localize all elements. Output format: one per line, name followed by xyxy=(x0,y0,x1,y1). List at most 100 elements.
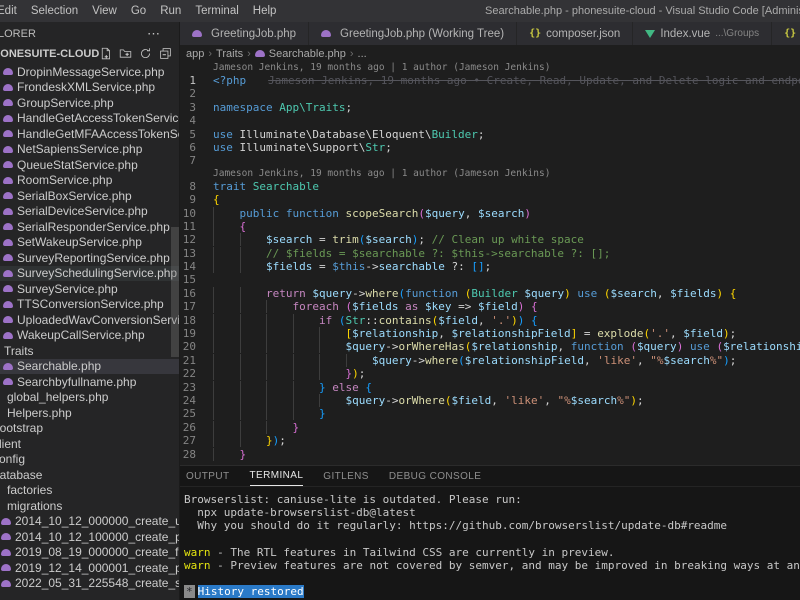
php-file-icon xyxy=(3,145,13,153)
code-token: $field xyxy=(683,327,724,341)
code-token: $search xyxy=(610,286,657,300)
menu-edit[interactable]: Edit xyxy=(0,0,24,22)
tree-file[interactable]: SerialBoxService.php xyxy=(0,188,179,204)
tree-file[interactable]: HandleGetAccessTokenService.php xyxy=(0,111,179,127)
tree-folder[interactable]: bootstrap xyxy=(0,421,179,437)
collapse-all-icon[interactable] xyxy=(159,47,172,60)
tree-file[interactable]: Searchbyfullname.php xyxy=(0,374,179,390)
editor-tab[interactable]: {}package-lock.json xyxy=(772,22,800,45)
panel-tab-gitlens[interactable]: GITLENS xyxy=(323,467,369,486)
tree-file[interactable]: SurveyService.php xyxy=(0,281,179,297)
code-line: 5 use Illuminate\Database\Eloquent\Builde… xyxy=(180,128,800,141)
tree-file[interactable]: TTSConversionService.php xyxy=(0,297,179,313)
tree-file[interactable]: 2022_05_31_225548_create_serial_box... xyxy=(0,576,179,592)
indent-guide xyxy=(239,286,266,300)
php-file-icon xyxy=(3,83,13,91)
tree-folder[interactable]: config xyxy=(0,452,179,468)
code-token: , xyxy=(464,206,478,220)
menu-terminal[interactable]: Terminal xyxy=(188,0,245,22)
code-line: 21 $query->where($relationshipField, 'li… xyxy=(180,353,800,367)
tree-file[interactable]: UploadedWavConversionService.php xyxy=(0,312,179,328)
tree-file[interactable]: 2019_12_14_000001_create_personal_... xyxy=(0,560,179,576)
tree-item-label: SerialResponderService.php xyxy=(17,219,170,234)
tree-file[interactable]: SerialResponderService.php xyxy=(0,219,179,235)
menu-view[interactable]: View xyxy=(85,0,124,22)
explorer-actions xyxy=(99,47,172,60)
tree-file[interactable]: DropinMessageService.php xyxy=(0,64,179,80)
tree-file[interactable]: 2014_10_12_100000_create_password... xyxy=(0,529,179,545)
php-file-icon xyxy=(1,533,11,541)
more-actions-icon[interactable]: ⋯ xyxy=(147,26,161,42)
codelens-blame[interactable]: Jameson Jenkins, 19 months ago | 1 autho… xyxy=(180,168,800,180)
tree-file[interactable]: Helpers.php xyxy=(0,405,179,421)
menu-go[interactable]: Go xyxy=(124,0,153,22)
tree-folder[interactable]: database xyxy=(0,467,179,483)
line-number: 18 xyxy=(182,313,196,327)
tree-file[interactable]: SerialDeviceService.php xyxy=(0,204,179,220)
breadcrumb-segment[interactable]: app xyxy=(186,48,204,60)
tree-file[interactable]: RoomService.php xyxy=(0,173,179,189)
code-token: Str xyxy=(345,313,366,327)
tree-file[interactable]: FrondeskXMLService.php xyxy=(0,80,179,96)
breadcrumb-segment[interactable]: Searchable.php xyxy=(269,48,346,60)
tree-file[interactable]: global_helpers.php xyxy=(0,390,179,406)
code-token: return xyxy=(266,286,306,300)
tree-folder[interactable]: migrations xyxy=(0,498,179,514)
tree-file[interactable]: NetSapiensService.php xyxy=(0,142,179,158)
sidebar-scrollbar[interactable] xyxy=(171,227,179,357)
tree-folder[interactable]: client xyxy=(0,436,179,452)
code-line-content: namespace App\Traits; xyxy=(196,101,352,114)
code-token: { xyxy=(365,380,372,394)
tree-file[interactable]: SurveySchedulingService.php xyxy=(0,265,179,281)
panel-tab-terminal[interactable]: TERMINAL xyxy=(249,466,304,486)
code-token: $field xyxy=(477,300,518,314)
code-line: 1 <?php Jameson Jenkins, 19 months ago • C… xyxy=(180,74,800,87)
code-token: :: xyxy=(365,313,379,327)
code-token: %" xyxy=(709,353,724,367)
tree-file[interactable]: SetWakeupService.php xyxy=(0,235,179,251)
code-token: ) xyxy=(564,286,571,300)
codelens-blame[interactable]: Jameson Jenkins, 19 months ago | 1 autho… xyxy=(180,62,800,74)
code-token: ( xyxy=(418,206,425,220)
editor-tab[interactable]: Index.vue ...\Groups xyxy=(633,22,773,45)
tree-file[interactable]: 2014_10_12_000000_create_users_tabl... xyxy=(0,514,179,530)
code-token: [] xyxy=(471,260,485,274)
panel-tab-debug-console[interactable]: DEBUG CONSOLE xyxy=(389,467,481,486)
menu-run[interactable]: Run xyxy=(153,0,188,22)
inline-blame-annotation: Jameson Jenkins, 19 months ago • Create,… xyxy=(268,74,800,87)
panel-tab-output[interactable]: OUTPUT xyxy=(186,467,230,486)
breadcrumb-segment[interactable]: Traits xyxy=(216,48,243,60)
tree-file[interactable]: GroupService.php xyxy=(0,95,179,111)
code-line-content: [$relationship, $relationshipField] = ex… xyxy=(196,327,736,341)
editor-tab[interactable]: {} composer.json xyxy=(517,22,634,45)
code-token: Searchable xyxy=(252,179,319,193)
tree-folder[interactable]: Traits xyxy=(0,343,179,359)
menu-help[interactable]: Help xyxy=(246,0,284,22)
new-folder-icon[interactable] xyxy=(119,47,132,60)
tree-file[interactable]: Searchable.php xyxy=(0,358,179,374)
folder-section-header[interactable]: PHONESUITE-CLOUD xyxy=(0,45,179,62)
tree-file[interactable]: HandleGetMFAAccessTokenService.php xyxy=(0,126,179,142)
tree-item-label: FrondeskXMLService.php xyxy=(17,80,156,95)
tree-file[interactable]: WakeupCallService.php xyxy=(0,328,179,344)
editor-tab[interactable]: GreetingJob.php xyxy=(180,22,310,45)
new-file-icon[interactable] xyxy=(99,47,112,60)
php-file-icon xyxy=(3,161,13,169)
code-editor[interactable]: Jameson Jenkins, 19 months ago | 1 autho… xyxy=(180,62,800,465)
php-file-icon xyxy=(254,50,265,57)
php-file-icon xyxy=(3,192,13,200)
menu-selection[interactable]: Selection xyxy=(24,0,85,22)
tree-item-label: global_helpers.php xyxy=(7,390,109,405)
editor-tab[interactable]: GreetingJob.php (Working Tree) xyxy=(309,22,518,45)
tree-folder[interactable]: factories xyxy=(0,483,179,499)
refresh-icon[interactable] xyxy=(139,47,152,60)
breadcrumb-segment[interactable]: ... xyxy=(358,48,367,60)
php-file-icon xyxy=(3,285,13,293)
tree-file[interactable]: QueueStatService.php xyxy=(0,157,179,173)
php-file-icon xyxy=(3,68,13,76)
code-token: use xyxy=(213,140,233,154)
tree-file[interactable]: 2019_08_19_000000_create_failed_job... xyxy=(0,545,179,561)
tree-file[interactable]: SurveyReportingService.php xyxy=(0,250,179,266)
terminal-output[interactable]: Browserslist: caniuse-lite is outdated. … xyxy=(180,487,800,600)
